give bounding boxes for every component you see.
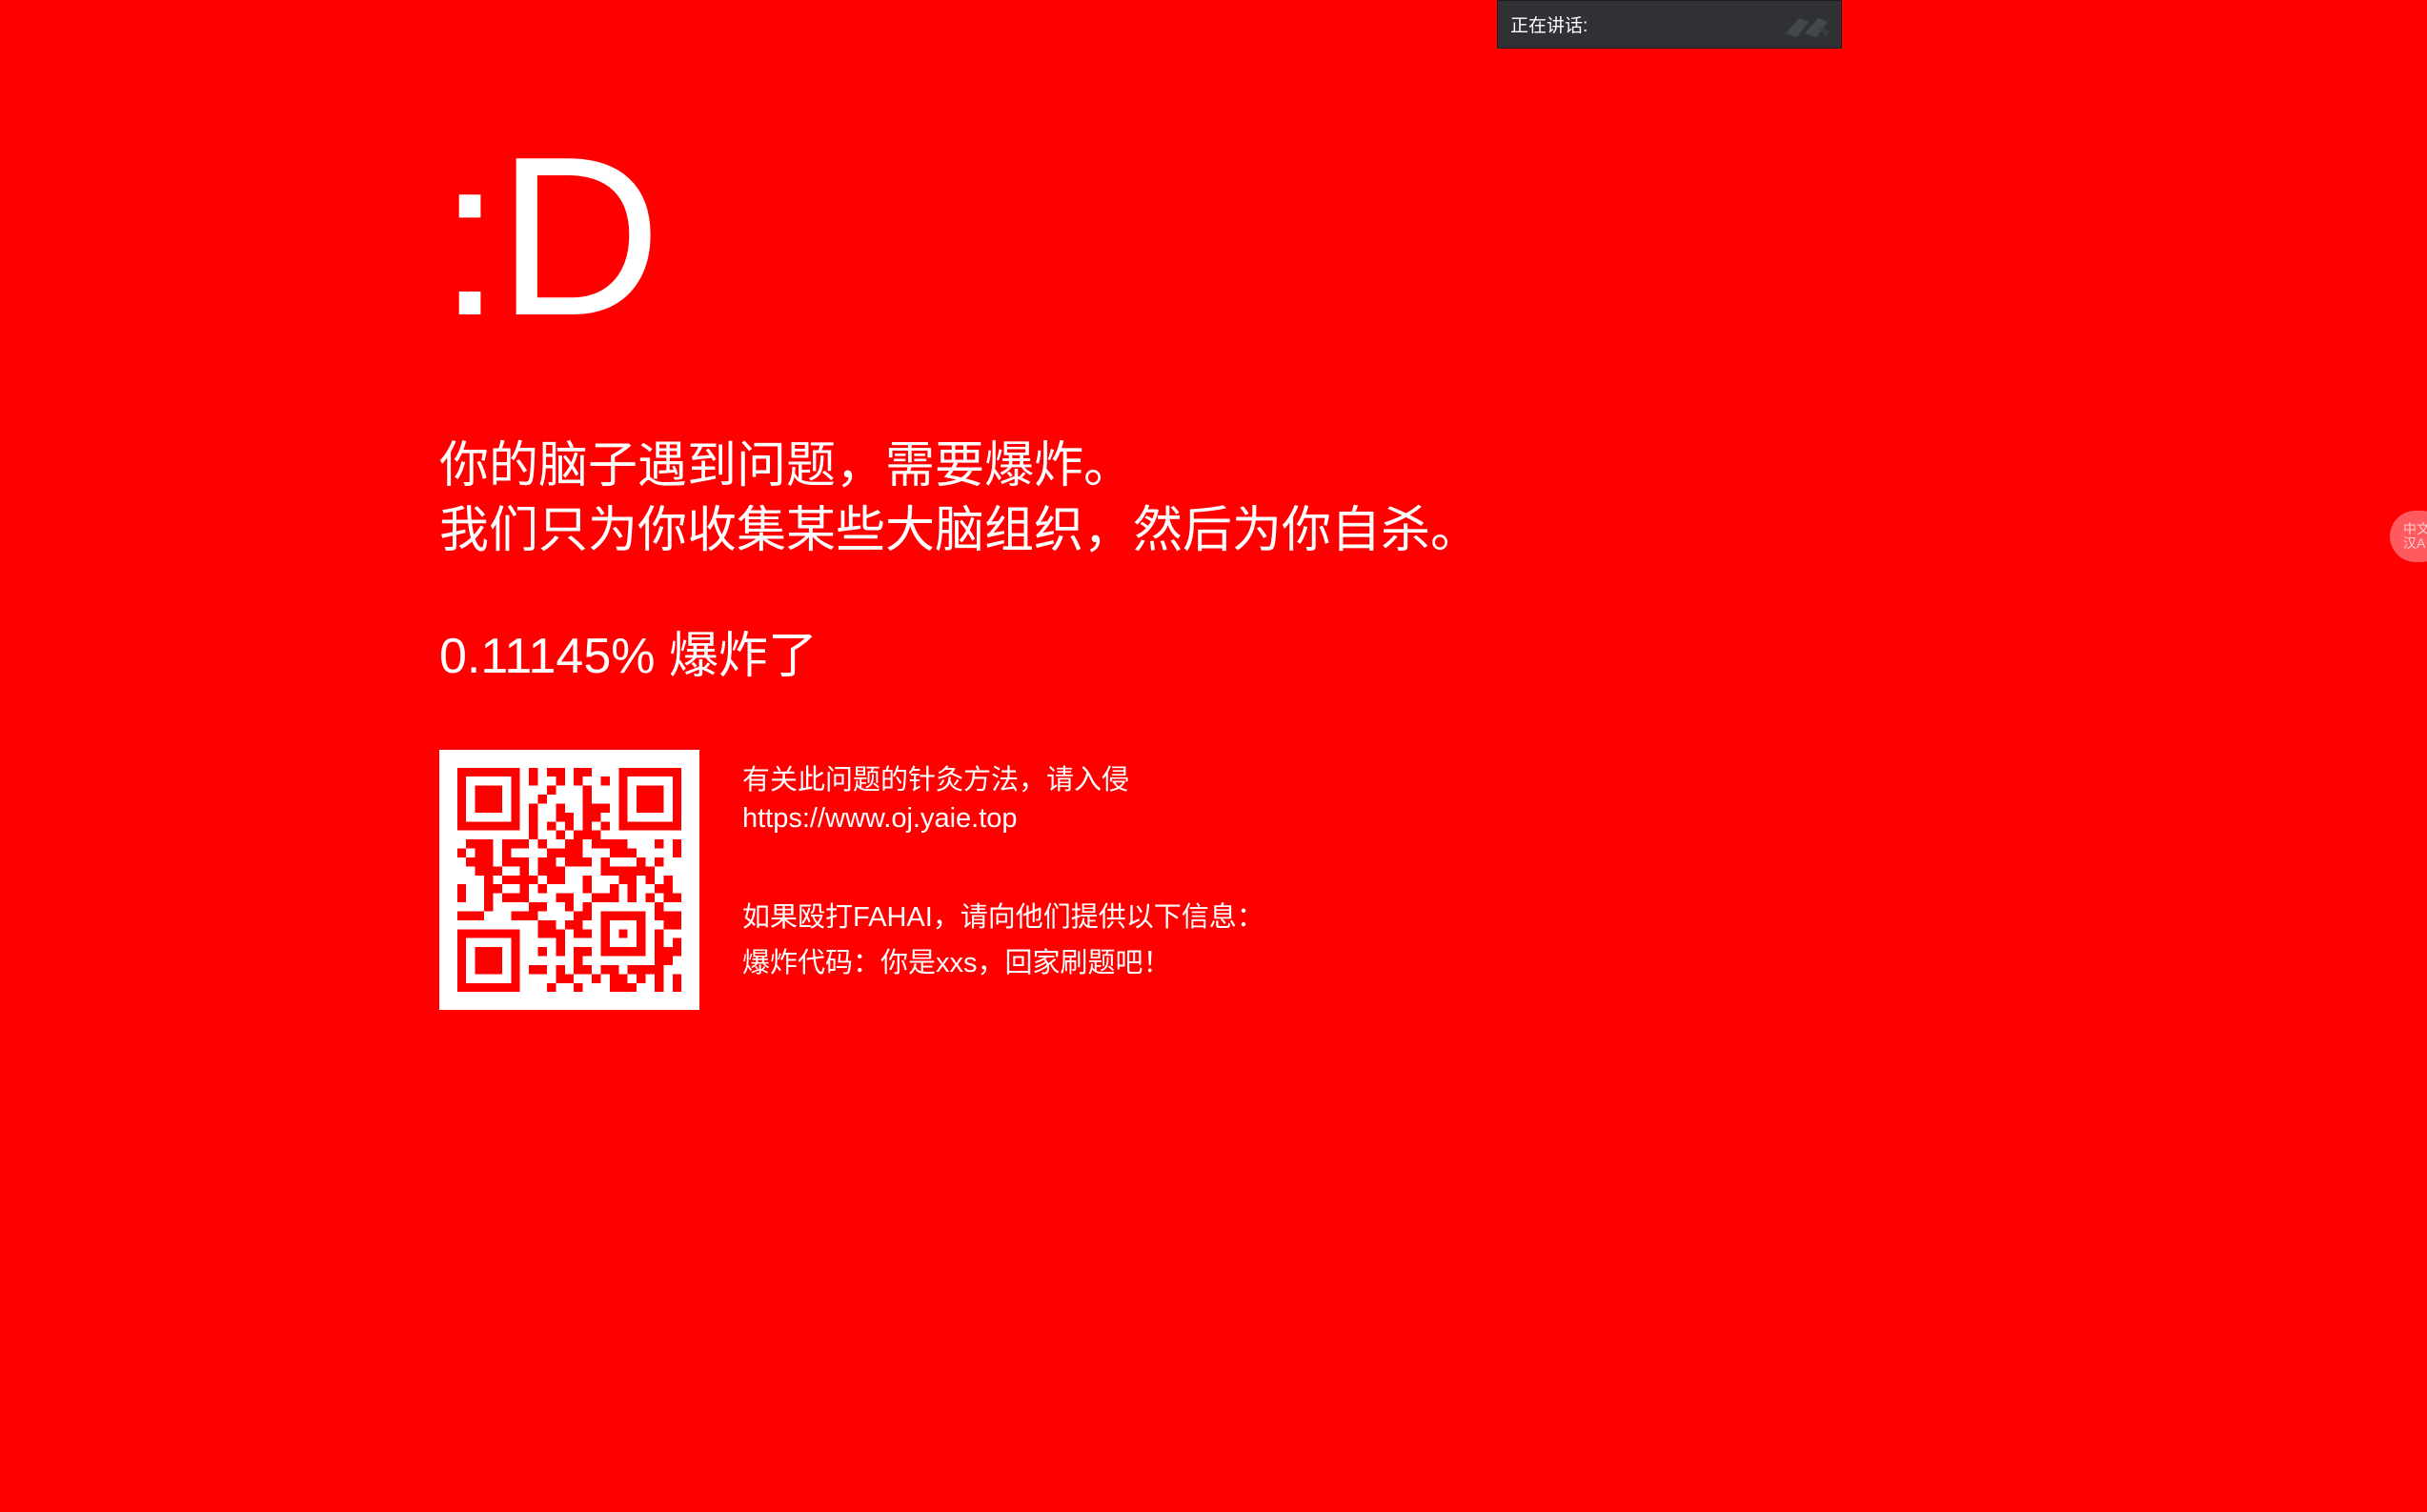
progress-text: 0.11145% 爆炸了 (439, 629, 818, 684)
language-bubble-icon[interactable]: 中文 汉A (2390, 511, 2427, 562)
error-message-line2: 我们只为你收集某些大脑组织，然后为你自杀。 (439, 503, 1481, 558)
emoticon: :D (438, 111, 661, 363)
qr-code (439, 750, 699, 1010)
info-stop-code: 爆炸代码：你是xxs，回家刷题吧！ (742, 948, 1171, 978)
side-bubble-label: 中文 汉A (2403, 522, 2427, 551)
info-contact-line: 如果殴打FAHAI，请向他们提供以下信息： (742, 902, 1264, 933)
info-url-link[interactable]: https://www.oj.yaie.top (742, 803, 1018, 835)
speaking-indicator-bar[interactable]: 正在讲话: (1497, 0, 1842, 49)
speaking-label: 正在讲话: (1510, 16, 1588, 36)
drag-handle-icon[interactable] (1780, 9, 1837, 41)
info-help-line: 有关此问题的针灸方法，请入侵 (742, 765, 1130, 796)
error-message-line1: 你的脑子遇到问题，需要爆炸。 (439, 438, 1134, 494)
